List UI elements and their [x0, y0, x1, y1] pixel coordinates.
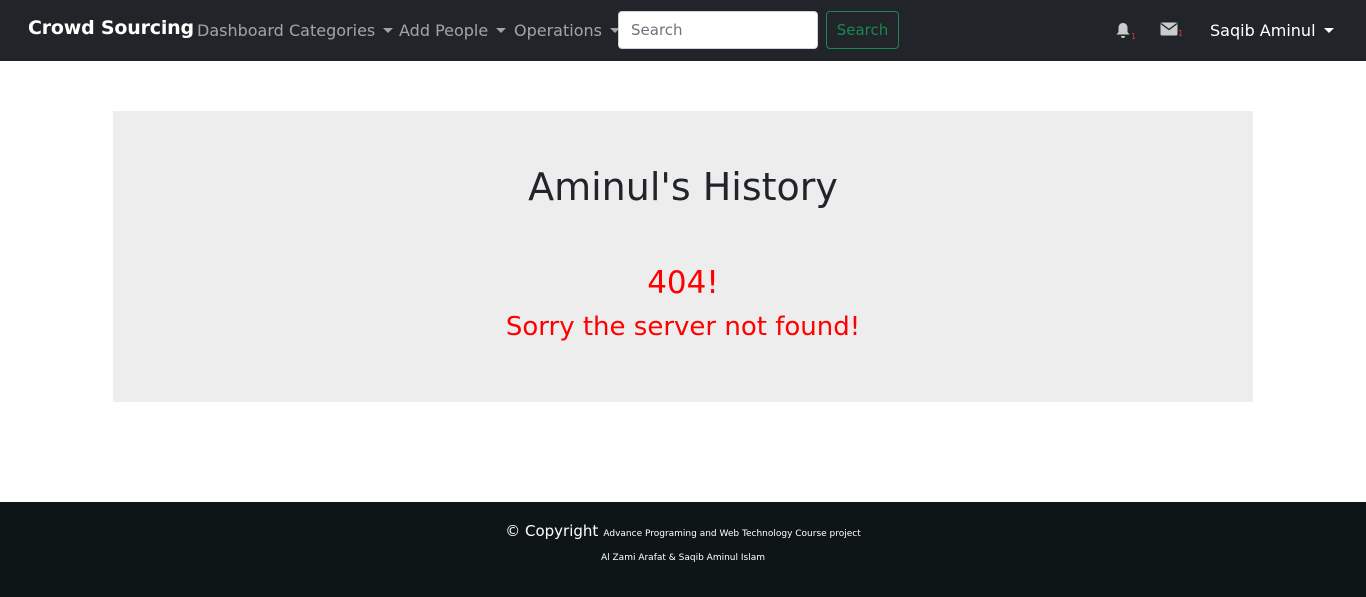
- footer-copyright-line: © Copyright Advance Programing and Web T…: [0, 521, 1366, 540]
- messages-count-badge: 1: [1178, 29, 1184, 38]
- footer-authors: Al Zami Arafat & Saqib Aminul Islam: [601, 553, 765, 563]
- page-title: Aminul's History: [528, 165, 838, 209]
- brand-logo-link[interactable]: Crowd Sourcing: [28, 17, 194, 39]
- user-menu-dropdown[interactable]: Saqib Aminul: [1210, 21, 1334, 40]
- page-footer: © Copyright Advance Programing and Web T…: [0, 502, 1366, 597]
- chevron-down-icon: [1323, 28, 1334, 33]
- messages-button[interactable]: 1: [1160, 22, 1184, 38]
- nav-add-people-label: Add People: [399, 21, 489, 40]
- error-code: 404!: [647, 265, 719, 301]
- nav-add-people-dropdown[interactable]: Add People: [399, 21, 507, 40]
- user-name: Saqib Aminul: [1210, 21, 1316, 40]
- notifications-count-badge: 1: [1131, 32, 1137, 41]
- nav-dashboard-label: Dashboard: [197, 21, 284, 40]
- nav-operations-label: Operations: [514, 21, 602, 40]
- search-button[interactable]: Search: [826, 11, 899, 49]
- search-input[interactable]: [618, 11, 818, 49]
- history-panel: Aminul's History 404! Sorry the server n…: [113, 111, 1253, 402]
- chevron-down-icon: [496, 28, 507, 33]
- nav-dashboard[interactable]: Dashboard: [197, 21, 284, 40]
- notifications-button[interactable]: 1: [1115, 22, 1137, 41]
- nav-categories-dropdown[interactable]: Categories: [289, 21, 394, 40]
- nav-categories-label: Categories: [289, 21, 376, 40]
- chevron-down-icon: [383, 28, 394, 33]
- bell-icon: [1116, 23, 1130, 38]
- top-navbar: Crowd Sourcing Dashboard Categories Add …: [0, 0, 1366, 61]
- envelope-icon: [1160, 22, 1178, 36]
- copyright-label: © Copyright: [505, 522, 599, 540]
- error-message: Sorry the server not found!: [505, 312, 861, 342]
- nav-operations-dropdown[interactable]: Operations: [514, 21, 620, 40]
- project-description: Advance Programing and Web Technology Co…: [603, 529, 861, 539]
